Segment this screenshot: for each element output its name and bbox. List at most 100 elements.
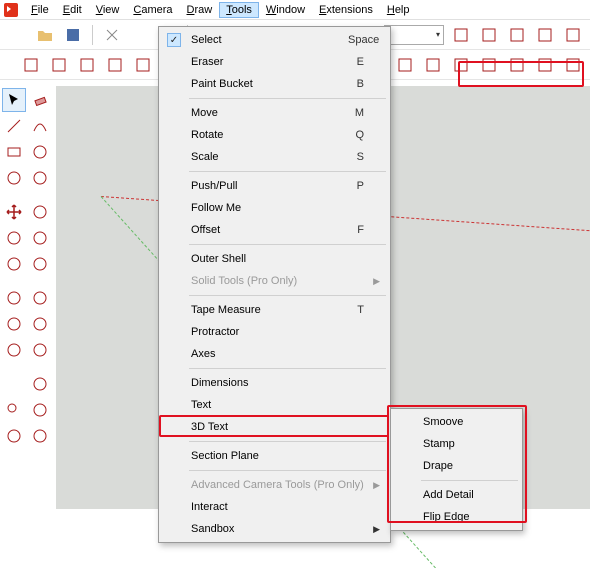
menu-item-eraser[interactable]: EraserE [161,51,388,73]
right-view-icon[interactable] [132,54,154,76]
zoom-window-tool-icon[interactable] [28,398,52,422]
menu-item-label: Paint Bucket [191,78,348,90]
circle-tool-icon[interactable] [28,140,52,164]
sandbox-b-icon[interactable] [422,54,444,76]
shadow-icon[interactable] [450,24,472,46]
render-preset-icon[interactable] [506,24,528,46]
new-file-icon[interactable]: + [6,24,28,46]
menu-item-protractor[interactable]: Protractor [161,321,388,343]
menu-camera[interactable]: Camera [126,2,179,18]
app-logo-icon [4,3,18,17]
sandbox-a-icon[interactable] [394,54,416,76]
menu-item-label: 3D Text [191,421,364,433]
menu-item-dimensions[interactable]: Dimensions [161,372,388,394]
menu-draw[interactable]: Draw [180,2,220,18]
menu-extensions[interactable]: Extensions [312,2,380,18]
menu-item-scale[interactable]: ScaleS [161,146,388,168]
menu-item-label: Interact [191,501,364,513]
polygon-tool-icon[interactable] [2,166,26,190]
eraser-tool-icon[interactable] [28,88,52,112]
menu-item-rotate[interactable]: RotateQ [161,124,388,146]
tape-tool-icon[interactable] [2,286,26,310]
line-tool-icon[interactable] [2,114,26,138]
menu-item-select[interactable]: ✓SelectSpace [161,29,388,51]
move-tool-icon[interactable] [2,200,26,224]
menu-item-paint-bucket[interactable]: Paint BucketB [161,73,388,95]
followme-tool-icon[interactable] [28,226,52,250]
menu-tools[interactable]: Tools [219,2,259,18]
menu-item-sandbox[interactable]: Sandbox ▶ [161,518,388,540]
top-view-icon[interactable] [76,54,98,76]
menu-item-interact[interactable]: Interact [161,496,388,518]
menu-item-outer-shell[interactable]: Outer Shell [161,248,388,270]
menu-item-offset[interactable]: OffsetF [161,219,388,241]
zoom-tool-icon[interactable] [2,398,26,422]
add-detail-icon[interactable] [534,54,556,76]
rotate-tool-icon[interactable] [2,226,26,250]
menu-file[interactable]: File [24,2,56,18]
pushpull-tool-icon[interactable] [28,200,52,224]
open-file-icon[interactable] [34,24,56,46]
check-icon: ✓ [167,33,181,47]
submenu-item-add-detail[interactable]: Add Detail [393,484,520,506]
menu-edit[interactable]: Edit [56,2,89,18]
protractor-tool-icon[interactable] [2,312,26,336]
make-component-icon[interactable] [20,54,42,76]
menu-item-shortcut: F [348,224,364,236]
render-output-icon[interactable] [562,24,584,46]
scale-tool-icon[interactable] [2,252,26,276]
menu-item-label: Offset [191,224,348,236]
menu-help[interactable]: Help [380,2,417,18]
submenu-item-label: Smoove [423,416,463,428]
arc-tool-icon[interactable] [28,114,52,138]
dimension-tool-icon[interactable] [28,286,52,310]
drape-icon[interactable] [506,54,528,76]
copy-icon[interactable] [129,24,151,46]
submenu-item-flip-edge[interactable]: Flip Edge [393,506,520,528]
zoom-extents-tool-icon[interactable] [2,424,26,448]
axes-tool-icon[interactable] [2,338,26,362]
submenu-arrow-icon: ▶ [373,480,380,491]
menu-item-push-pull[interactable]: Push/PullP [161,175,388,197]
stamp-icon[interactable] [478,54,500,76]
menu-item-label: Outer Shell [191,253,364,265]
menu-item-label: Advanced Camera Tools (Pro Only) [191,479,364,491]
smoove-icon[interactable] [450,54,472,76]
3dtext-tool-icon[interactable] [28,338,52,362]
text-tool-icon[interactable] [28,312,52,336]
submenu-arrow-icon: ▶ [373,524,380,535]
menu-item-text[interactable]: Text [161,394,388,416]
menu-item-follow-me[interactable]: Follow Me [161,197,388,219]
menu-item-label: Sandbox [191,523,364,535]
menu-item-section-plane[interactable]: Section Plane [161,445,388,467]
cut-icon[interactable] [101,24,123,46]
rectangle-tool-icon[interactable] [2,140,26,164]
menu-item-shortcut: Q [348,129,364,141]
front-view-icon[interactable] [104,54,126,76]
submenu-item-stamp[interactable]: Stamp [393,433,520,455]
freehand-tool-icon[interactable] [28,166,52,190]
menu-view[interactable]: View [89,2,127,18]
menu-item-tape-measure[interactable]: Tape MeasureT [161,299,388,321]
submenu-item-smoove[interactable]: Smoove [393,411,520,433]
render-icon[interactable] [534,24,556,46]
orbit-tool-icon[interactable] [2,372,26,396]
menu-separator [189,368,386,369]
menu-item-3d-text[interactable]: 3D Text [161,416,388,438]
vray-icon[interactable] [478,24,500,46]
menu-window[interactable]: Window [259,2,312,18]
menu-item-axes[interactable]: Axes [161,343,388,365]
menu-separator [189,98,386,99]
menu-item-move[interactable]: MoveM [161,102,388,124]
menu-item-label: Solid Tools (Pro Only) [191,275,364,287]
save-icon[interactable] [62,24,84,46]
iso-icon[interactable] [48,54,70,76]
submenu-item-drape[interactable]: Drape [393,455,520,477]
flip-edge-icon[interactable] [562,54,584,76]
select-tool-icon[interactable] [2,88,26,112]
menu-item-shortcut: Space [348,34,364,46]
style-combo[interactable] [384,25,444,45]
previous-view-icon[interactable] [28,424,52,448]
offset-tool-icon[interactable] [28,252,52,276]
pan-tool-icon[interactable] [28,372,52,396]
